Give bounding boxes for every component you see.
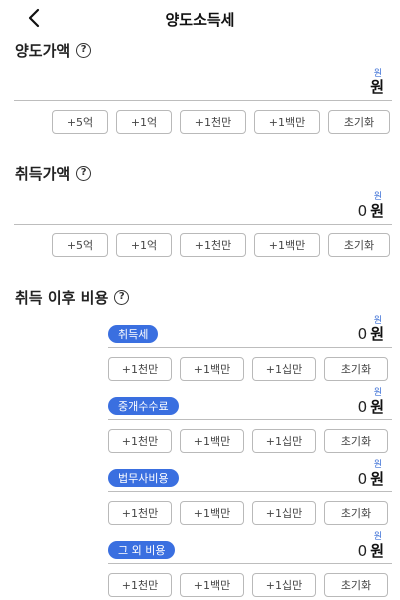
divider: [14, 100, 392, 101]
add-100k-button[interactable]: +1십만: [252, 573, 316, 597]
acquisition-tax-buttons: +1천만 +1백만 +1십만 초기화: [108, 357, 388, 381]
acquisition-price-value[interactable]: 0원: [358, 200, 384, 221]
help-icon[interactable]: ?: [76, 43, 92, 58]
divider: [108, 419, 392, 420]
acquisition-tax-badge: 취득세: [108, 325, 159, 343]
divider: [108, 491, 392, 492]
amount-text: 0: [357, 470, 368, 488]
add-10m-button[interactable]: +1천만: [108, 501, 172, 525]
add-10m-button[interactable]: +1천만: [180, 233, 246, 257]
sale-price-label: 양도가액: [15, 42, 71, 60]
add-10m-button[interactable]: +1천만: [108, 429, 172, 453]
acquisition-tax-value[interactable]: 0원: [358, 323, 384, 344]
post-acquisition-costs-title: 취득 이후 비용 ?: [15, 287, 130, 308]
reset-button[interactable]: 초기화: [328, 110, 390, 134]
unit-text: 원: [370, 78, 384, 96]
sale-price-value[interactable]: 원: [367, 76, 384, 97]
brokerage-fee-buttons: +1천만 +1백만 +1십만 초기화: [108, 429, 388, 453]
amount-text: 0: [357, 325, 368, 343]
unit-text: 원: [370, 325, 384, 343]
add-100m-button[interactable]: +1억: [116, 233, 172, 257]
header-bar: 양도소득세: [0, 0, 400, 36]
add-100m-button[interactable]: +1억: [116, 110, 172, 134]
unit-text: 원: [370, 202, 384, 220]
add-100k-button[interactable]: +1십만: [252, 429, 316, 453]
add-100k-button[interactable]: +1십만: [252, 501, 316, 525]
help-icon[interactable]: ?: [114, 290, 130, 305]
add-1m-button[interactable]: +1백만: [254, 110, 320, 134]
reset-button[interactable]: 초기화: [324, 357, 388, 381]
add-500m-button[interactable]: +5억: [52, 233, 108, 257]
amount-text: 0: [357, 542, 368, 560]
add-1m-button[interactable]: +1백만: [180, 429, 244, 453]
reset-button[interactable]: 초기화: [324, 501, 388, 525]
other-costs-badge: 그 외 비용: [108, 541, 176, 559]
reset-button[interactable]: 초기화: [324, 573, 388, 597]
brokerage-fee-value[interactable]: 0원: [358, 396, 384, 417]
sale-price-buttons: +5억 +1억 +1천만 +1백만 초기화: [52, 110, 390, 134]
unit-text: 원: [370, 470, 384, 488]
reset-button[interactable]: 초기화: [328, 233, 390, 257]
amount-text: 0: [357, 202, 368, 220]
other-costs-buttons: +1천만 +1백만 +1십만 초기화: [108, 573, 388, 597]
page-title: 양도소득세: [165, 11, 235, 29]
acquisition-price-label: 취득가액: [15, 165, 71, 183]
add-1m-button[interactable]: +1백만: [180, 501, 244, 525]
add-1m-button[interactable]: +1백만: [254, 233, 320, 257]
sale-price-title: 양도가액 ?: [15, 40, 92, 61]
add-10m-button[interactable]: +1천만: [108, 357, 172, 381]
acquisition-price-title: 취득가액 ?: [15, 163, 92, 184]
reset-button[interactable]: 초기화: [324, 429, 388, 453]
divider: [108, 347, 392, 348]
divider: [14, 224, 392, 225]
add-1m-button[interactable]: +1백만: [180, 573, 244, 597]
amount-text: 0: [357, 398, 368, 416]
add-500m-button[interactable]: +5억: [52, 110, 108, 134]
add-10m-button[interactable]: +1천만: [180, 110, 246, 134]
add-100k-button[interactable]: +1십만: [252, 357, 316, 381]
legal-fee-buttons: +1천만 +1백만 +1십만 초기화: [108, 501, 388, 525]
unit-text: 원: [370, 398, 384, 416]
help-icon[interactable]: ?: [76, 166, 92, 181]
legal-fee-value[interactable]: 0원: [358, 468, 384, 489]
divider: [108, 563, 392, 564]
legal-fee-badge: 법무사비용: [108, 469, 179, 487]
add-10m-button[interactable]: +1천만: [108, 573, 172, 597]
acquisition-price-buttons: +5억 +1억 +1천만 +1백만 초기화: [52, 233, 390, 257]
other-costs-value[interactable]: 0원: [358, 540, 384, 561]
brokerage-fee-badge: 중개수수료: [108, 397, 179, 415]
add-1m-button[interactable]: +1백만: [180, 357, 244, 381]
post-acquisition-costs-label: 취득 이후 비용: [15, 289, 109, 307]
unit-text: 원: [370, 542, 384, 560]
